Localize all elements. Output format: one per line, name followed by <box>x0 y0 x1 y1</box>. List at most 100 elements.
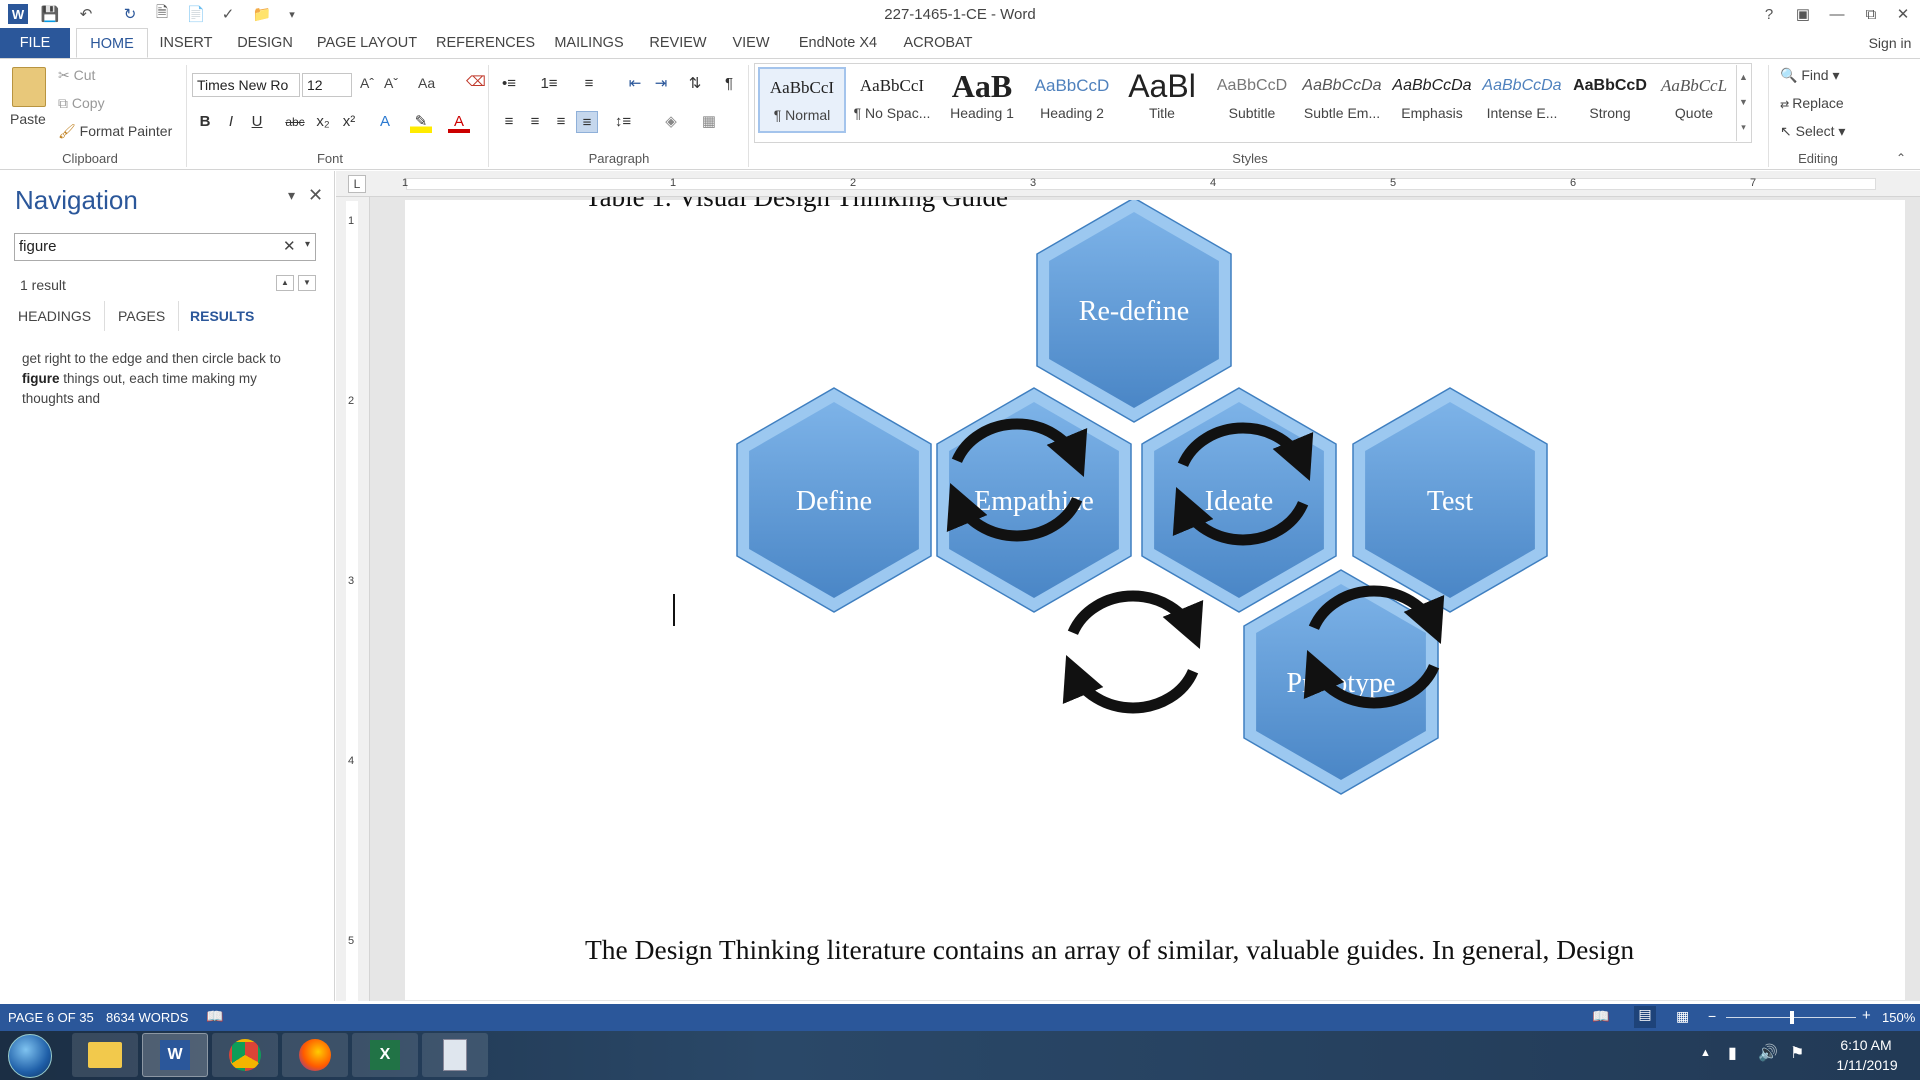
borders-icon[interactable]: ▦ <box>698 111 720 133</box>
style-subtle-emphasis[interactable]: AaBbCcDa Subtle Em... <box>1298 67 1386 133</box>
search-result-item[interactable]: get right to the edge and then circle ba… <box>22 349 282 409</box>
page-count[interactable]: PAGE 6 OF 35 <box>8 1010 94 1025</box>
style-emphasis[interactable]: AaBbCcDa Emphasis <box>1388 67 1476 133</box>
tab-results[interactable]: RESULTS <box>190 308 254 324</box>
align-right-icon[interactable]: ≡ <box>550 111 572 133</box>
text-effects-icon[interactable]: A <box>374 111 396 133</box>
style-normal[interactable]: AaBbCcI ¶ Normal <box>758 67 846 133</box>
superscript-button[interactable]: x² <box>338 111 360 133</box>
zoom-slider-thumb[interactable] <box>1790 1011 1794 1024</box>
clear-formatting-icon[interactable]: ⌫ <box>466 73 486 90</box>
tab-page-layout[interactable]: PAGE LAYOUT <box>310 28 424 58</box>
tab-design[interactable]: DESIGN <box>230 28 300 58</box>
cut-button[interactable]: ✂ Cut <box>58 67 95 84</box>
change-case-button[interactable]: Aa <box>418 75 435 91</box>
search-box[interactable]: ✕ ▾ <box>14 233 316 261</box>
multilevel-list-icon[interactable]: ≡ <box>578 73 600 95</box>
align-left-icon[interactable]: ≡ <box>498 111 520 133</box>
sign-in-link[interactable]: Sign in <box>1860 28 1920 58</box>
tab-pages[interactable]: PAGES <box>118 308 165 324</box>
close-button[interactable]: ✕ <box>1886 2 1920 26</box>
show-hidden-icons[interactable]: ▲ <box>1700 1047 1711 1059</box>
tab-view[interactable]: VIEW <box>724 28 778 58</box>
close-pane-icon[interactable]: ✕ <box>308 185 323 206</box>
line-spacing-icon[interactable]: ↕≡ <box>612 111 634 133</box>
strikethrough-button[interactable]: abc <box>284 111 306 133</box>
zoom-out-icon[interactable]: − <box>1708 1008 1716 1024</box>
tab-selector-icon[interactable]: L <box>348 175 366 193</box>
start-button[interactable] <box>8 1034 52 1078</box>
find-button[interactable]: 🔍 Find ▾ <box>1780 67 1839 84</box>
tab-mailings[interactable]: MAILINGS <box>546 28 632 58</box>
bold-button[interactable]: B <box>194 111 216 133</box>
action-center-icon[interactable]: ⚑ <box>1790 1043 1804 1063</box>
file-explorer-icon[interactable] <box>72 1033 138 1077</box>
sort-icon[interactable]: ⇅ <box>684 73 706 95</box>
style-subtitle[interactable]: AaBbCcD Subtitle <box>1208 67 1296 133</box>
shading-icon[interactable]: ◈ <box>660 111 682 133</box>
web-layout-icon[interactable]: ▦ <box>1676 1008 1689 1025</box>
restore-button[interactable]: ⧉ <box>1854 2 1888 26</box>
highlight-icon[interactable]: ✎ <box>410 111 432 133</box>
read-mode-icon[interactable]: 📖 <box>1592 1008 1609 1025</box>
search-options-icon[interactable]: ▾ <box>305 239 310 250</box>
clock-date[interactable]: 1/11/2019 <box>1822 1057 1912 1073</box>
style-quote[interactable]: AaBbCcL Quote <box>1654 67 1734 133</box>
font-name-combobox[interactable]: Times New Ro <box>192 73 300 97</box>
replace-button[interactable]: ⇄ Replace <box>1780 95 1844 111</box>
tab-headings[interactable]: HEADINGS <box>18 308 91 324</box>
show-formatting-button[interactable]: ¶ <box>718 73 740 95</box>
collapse-ribbon-icon[interactable]: ⌃ <box>1896 151 1906 165</box>
subscript-button[interactable]: x₂ <box>312 111 334 133</box>
style-intense-emphasis[interactable]: AaBbCcDa Intense E... <box>1478 67 1566 133</box>
horizontal-ruler[interactable]: L 1 1 2 3 4 5 6 7 <box>336 171 1920 197</box>
styles-scroll-icon[interactable]: ▲ ▼ ▾ <box>1736 65 1750 141</box>
format-painter-button[interactable]: 🖌 Format Painter <box>58 123 172 140</box>
calculator-icon[interactable] <box>422 1033 488 1077</box>
tab-references[interactable]: REFERENCES <box>436 28 535 58</box>
document-page[interactable]: Table 1. Visual Design Thinking Guide Re… <box>405 182 1905 1000</box>
firefox-icon[interactable] <box>282 1033 348 1077</box>
battery-icon[interactable]: ▮ <box>1728 1043 1737 1063</box>
word-taskbar-icon[interactable]: W <box>142 1033 208 1077</box>
print-layout-icon[interactable]: ▤ <box>1634 1006 1656 1028</box>
style-title[interactable]: AaBl Title <box>1118 67 1206 133</box>
excel-taskbar-icon[interactable]: X <box>352 1033 418 1077</box>
numbering-icon[interactable]: 1≡ <box>538 73 560 95</box>
underline-button[interactable]: U <box>246 111 268 133</box>
select-button[interactable]: ↖ Select ▾ <box>1780 123 1845 140</box>
bullets-icon[interactable]: •≡ <box>498 73 520 95</box>
style-heading-1[interactable]: AaB Heading 1 <box>938 67 1026 133</box>
increase-indent-icon[interactable]: ⇥ <box>650 73 672 95</box>
pane-options-icon[interactable]: ▾ <box>288 187 295 204</box>
clear-search-icon[interactable]: ✕ <box>283 237 296 255</box>
zoom-level[interactable]: 150% <box>1882 1010 1915 1025</box>
decrease-indent-icon[interactable]: ⇤ <box>624 73 646 95</box>
font-color-icon[interactable]: A <box>448 111 470 133</box>
volume-icon[interactable]: 🔊 <box>1758 1043 1778 1063</box>
align-center-icon[interactable]: ≡ <box>524 111 546 133</box>
search-input[interactable] <box>15 234 265 258</box>
tab-acrobat[interactable]: ACROBAT <box>898 28 978 58</box>
zoom-in-icon[interactable]: + <box>1862 1007 1871 1024</box>
tab-review[interactable]: REVIEW <box>644 28 712 58</box>
font-size-combobox[interactable]: 12 <box>302 73 352 97</box>
justify-icon[interactable]: ≡ <box>576 111 598 133</box>
tab-home[interactable]: HOME <box>76 28 148 58</box>
word-count[interactable]: 8634 WORDS <box>106 1010 188 1025</box>
tab-file[interactable]: FILE <box>0 28 70 58</box>
clock-time[interactable]: 6:10 AM <box>1826 1037 1906 1053</box>
proofing-icon[interactable]: 📖 <box>206 1008 223 1025</box>
tab-insert[interactable]: INSERT <box>154 28 218 58</box>
shrink-font-button[interactable]: Aˇ <box>384 75 398 91</box>
style-heading-2[interactable]: AaBbCcD Heading 2 <box>1028 67 1116 133</box>
style-no-spacing[interactable]: AaBbCcI ¶ No Spac... <box>848 67 936 133</box>
paste-button[interactable]: Paste <box>10 111 46 127</box>
vertical-ruler[interactable]: 1 2 3 4 5 <box>336 197 370 1001</box>
previous-result-icon[interactable]: ▲ <box>276 275 294 291</box>
tab-endnote[interactable]: EndNote X4 <box>790 28 886 58</box>
ribbon-display-icon[interactable]: ▣ <box>1786 2 1820 26</box>
chrome-icon[interactable] <box>212 1033 278 1077</box>
paste-icon[interactable] <box>12 67 46 107</box>
minimize-button[interactable]: — <box>1820 2 1854 26</box>
